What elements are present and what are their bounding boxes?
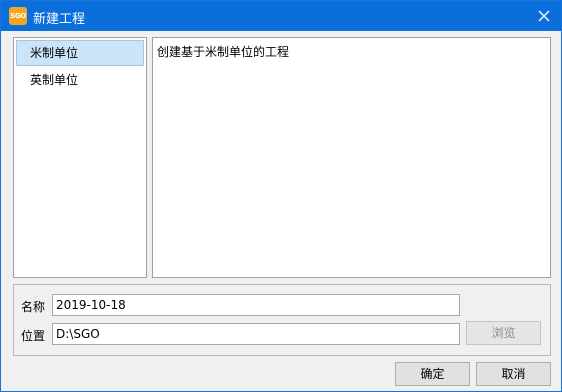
new-project-dialog: SGO 新建工程 米制单位 英制单位 创建基于米制单位的工程 名称 2019-1…: [0, 0, 562, 392]
name-label: 名称: [21, 300, 46, 314]
name-field[interactable]: 2019-10-18: [52, 294, 460, 316]
close-icon: [538, 10, 550, 22]
browse-button[interactable]: 浏览: [466, 321, 541, 345]
title-bar[interactable]: SGO 新建工程: [1, 1, 561, 31]
app-logo-icon: SGO: [9, 7, 27, 25]
location-field[interactable]: D:\SGO: [52, 323, 460, 345]
description-text: 创建基于米制单位的工程: [157, 45, 290, 59]
unit-list: 米制单位 英制单位: [13, 37, 147, 278]
window-title: 新建工程: [33, 12, 86, 27]
list-item-metric-units[interactable]: 米制单位: [16, 40, 144, 66]
description-panel: 创建基于米制单位的工程: [152, 37, 551, 278]
close-button[interactable]: [527, 1, 561, 31]
location-label: 位置: [21, 329, 46, 343]
project-settings-group: 名称 2019-10-18 位置 D:\SGO 浏览: [13, 284, 551, 356]
ok-button[interactable]: 确定: [395, 362, 470, 386]
list-item-imperial-units[interactable]: 英制单位: [16, 67, 144, 93]
cancel-button[interactable]: 取消: [476, 362, 551, 386]
